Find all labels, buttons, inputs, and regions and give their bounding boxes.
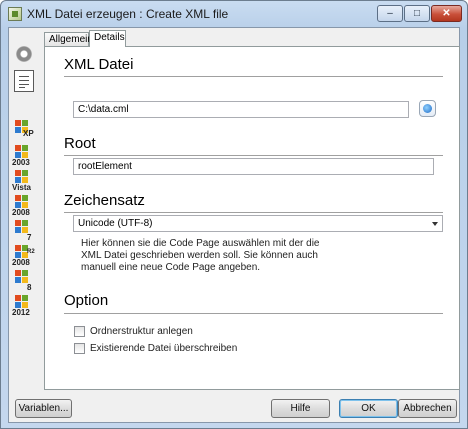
windows-xp-icon[interactable]: XP — [15, 120, 39, 144]
section-heading-xml-datei: XML Datei — [64, 56, 134, 73]
app-icon — [8, 7, 22, 21]
minimize-button[interactable]: – — [377, 5, 403, 22]
root-element-input[interactable]: rootElement — [73, 158, 434, 175]
section-heading-zeichensatz: Zeichensatz — [64, 192, 145, 209]
os-label: 2003 — [12, 158, 30, 167]
section-heading-root: Root — [64, 135, 96, 152]
tab-details[interactable]: Details — [89, 30, 126, 47]
tab-allgemein[interactable]: Allgemein — [44, 32, 93, 47]
checkbox-ordnerstruktur[interactable] — [74, 326, 85, 337]
os-label: XP — [23, 129, 34, 138]
windows-2003-icon[interactable]: 2003 — [12, 145, 39, 169]
os-label: 7 — [27, 233, 32, 242]
help-button[interactable]: Hilfe — [271, 399, 330, 418]
checkbox-overwrite[interactable] — [74, 343, 85, 354]
os-label: 2008 — [12, 258, 30, 267]
windows-2008-r2-icon[interactable]: R2 2008 — [12, 245, 39, 269]
windows-7-icon[interactable]: 7 — [15, 220, 39, 244]
os-label: 2008 — [12, 208, 30, 217]
windows-8-icon[interactable]: 8 — [15, 270, 39, 294]
chevron-down-icon — [432, 222, 438, 226]
os-sublabel: R2 — [27, 249, 35, 255]
divider — [64, 313, 443, 314]
xml-path-input[interactable]: C:\data.cml — [73, 101, 409, 118]
divider — [64, 155, 443, 156]
maximize-button[interactable]: □ — [404, 5, 430, 22]
divider — [64, 76, 443, 77]
windows-2008-icon[interactable]: 2008 — [12, 195, 39, 219]
variables-button[interactable]: Variablen... — [15, 399, 72, 418]
os-label: 8 — [27, 283, 32, 292]
document-icon[interactable] — [14, 70, 34, 92]
charset-selected: Unicode (UTF-8) — [78, 218, 153, 229]
nav-strip: XP 2003 Vista 2008 7 R2 2008 8 2012 — [10, 28, 40, 390]
section-heading-option: Option — [64, 292, 109, 309]
os-label: Vista — [12, 183, 31, 192]
ok-button[interactable]: OK — [339, 399, 398, 418]
windows-vista-icon[interactable]: Vista — [12, 170, 39, 194]
cancel-button[interactable]: Abbrechen — [398, 399, 457, 418]
close-button[interactable]: ✕ — [431, 5, 462, 22]
dialog-window: XML Datei erzeugen : Create XML file – □… — [0, 0, 468, 429]
charset-select[interactable]: Unicode (UTF-8) — [73, 215, 443, 232]
os-label: 2012 — [12, 308, 30, 317]
window-title: XML Datei erzeugen : Create XML file — [27, 7, 229, 21]
divider — [64, 212, 443, 213]
details-panel: XML Datei C:\data.cml Root rootElement Z… — [44, 46, 460, 390]
circle-icon[interactable] — [16, 46, 32, 62]
charset-help-text: Hier können sie die Code Page auswählen … — [81, 238, 320, 273]
dialog-client: XP 2003 Vista 2008 7 R2 2008 8 2012 Allg… — [8, 27, 460, 423]
checkbox-label: Existierende Datei überschreiben — [90, 343, 238, 354]
title-bar[interactable]: XML Datei erzeugen : Create XML file – □… — [1, 1, 467, 27]
windows-2012-icon[interactable]: 2012 — [12, 295, 39, 319]
checkbox-label: Ordnerstruktur anlegen — [90, 326, 193, 337]
browse-icon[interactable] — [419, 100, 436, 117]
